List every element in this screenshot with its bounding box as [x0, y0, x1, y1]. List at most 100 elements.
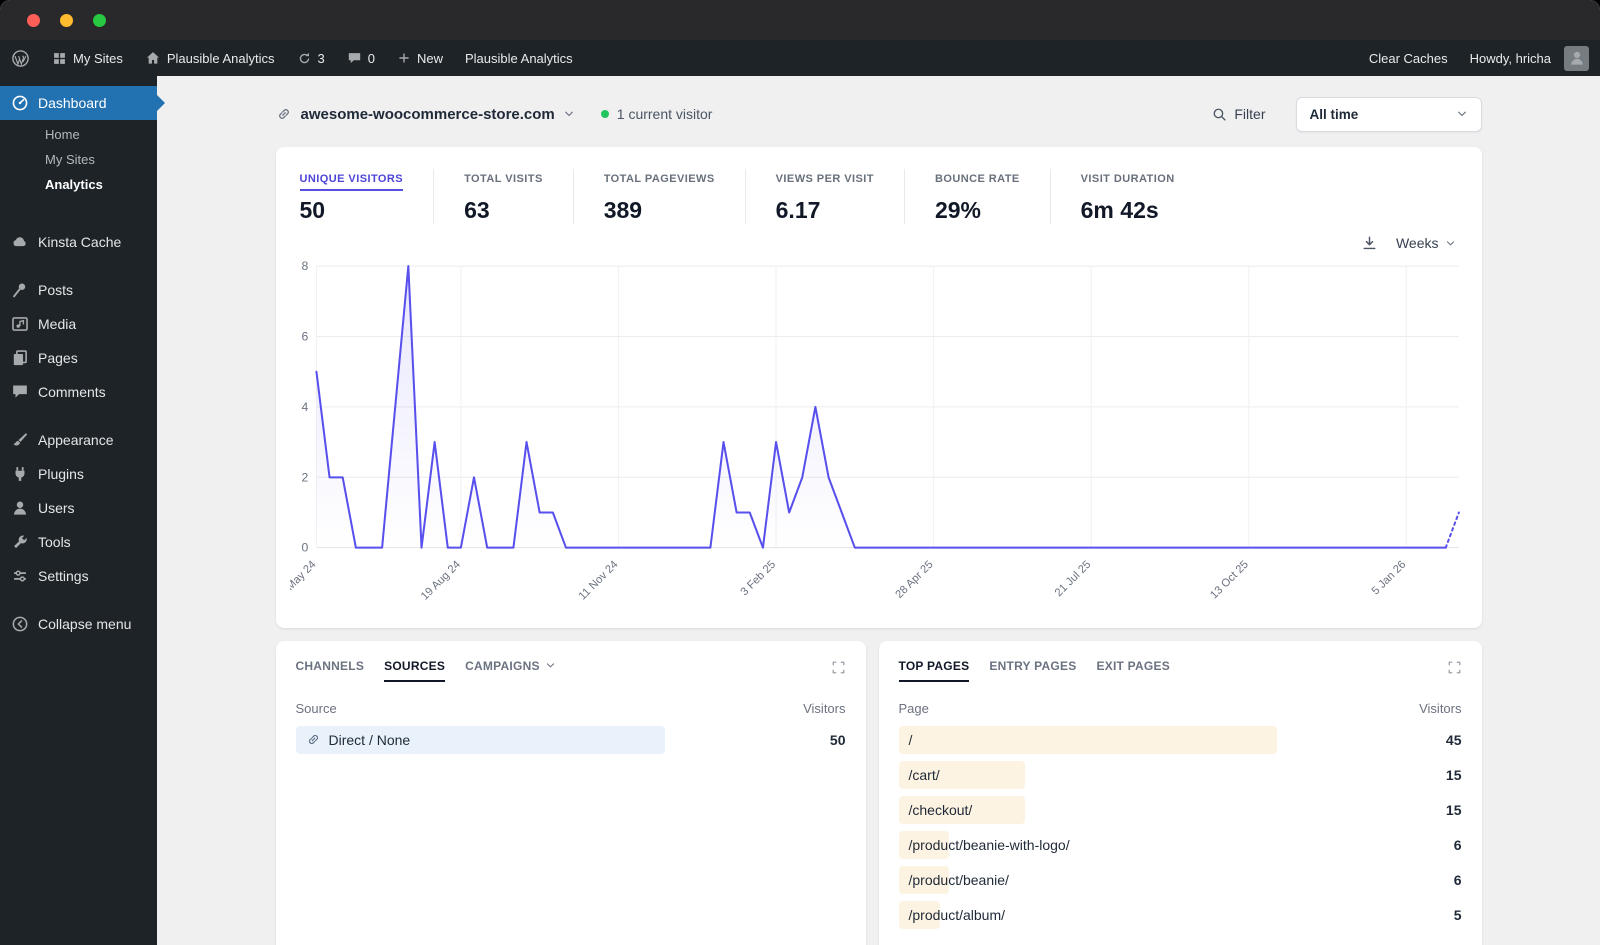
pages-tab-top-pages[interactable]: TOP PAGES [898, 659, 970, 682]
site-name-menu[interactable]: Plausible Analytics [134, 40, 286, 76]
sources-col-source: Source [295, 700, 337, 716]
table-row[interactable]: /product/album/5 [898, 900, 1462, 929]
svg-text:11 Nov 24: 11 Nov 24 [576, 559, 620, 603]
sidebar-item-kinsta-cache[interactable]: Kinsta Cache [0, 225, 157, 259]
account-menu[interactable]: Howdy, hricha [1459, 40, 1600, 76]
pages-rows: / 45/cart/15/checkout/15/product/beanie-w… [898, 725, 1462, 929]
comments-menu[interactable]: 0 [336, 40, 386, 76]
dashboard-header: awesome-woocommerce-store.com 1 current … [276, 94, 1482, 134]
pages-expand-button[interactable] [1447, 660, 1462, 681]
sidebar-item-tools[interactable]: Tools [0, 525, 157, 559]
sources-tab-channels[interactable]: CHANNELS [296, 659, 365, 682]
sidebar-item-label: Posts [38, 282, 74, 298]
table-row[interactable]: /product/beanie-with-logo/6 [898, 830, 1462, 859]
sidebar-item-collapse-menu[interactable]: Collapse menu [0, 607, 157, 641]
row-value: 6 [1453, 836, 1462, 853]
sources-tab-campaigns[interactable]: CAMPAIGNS [465, 659, 556, 682]
sidebar-subitem-my-sites[interactable]: My Sites [45, 147, 157, 172]
sources-panel: CHANNELS SOURCES CAMPAIGNS Source Visitors… [275, 640, 866, 945]
kinsta-cache-icon [11, 233, 29, 251]
row-label[interactable]: /product/beanie-with-logo/ [899, 837, 1070, 853]
close-window-button[interactable] [27, 13, 40, 27]
table-row[interactable]: Direct / None 50 [295, 725, 846, 754]
sidebar-item-label: Settings [38, 568, 89, 584]
sources-expand-button[interactable] [831, 660, 846, 681]
sidebar-item-label: Appearance [38, 432, 114, 448]
bottom-panels: CHANNELS SOURCES CAMPAIGNS Source Visitors… [275, 640, 1482, 945]
admin-bar-right: Clear Caches Howdy, hricha [1358, 40, 1600, 76]
table-row[interactable]: / 45 [898, 725, 1462, 754]
row-label[interactable]: Direct / None [296, 732, 410, 748]
sources-tab-sources[interactable]: SOURCES [384, 659, 446, 682]
stat-value: 6m 42s [1080, 197, 1159, 223]
plausible-analytics-menu[interactable]: Plausible Analytics [454, 40, 584, 76]
row-label[interactable]: /product/beanie/ [899, 872, 1009, 888]
new-content-menu[interactable]: New [386, 40, 454, 76]
sidebar-subitem-home[interactable]: Home [45, 122, 157, 147]
table-row[interactable]: /cart/15 [898, 760, 1462, 789]
plus-icon [397, 51, 411, 65]
sidebar-item-dashboard[interactable]: Dashboard [0, 86, 165, 120]
filter-button[interactable]: Filter [1212, 106, 1266, 122]
avatar [1564, 45, 1589, 71]
table-row[interactable]: /product/beanie/6 [898, 865, 1462, 894]
stat-views-per-visit[interactable]: VIEWS PER VISIT 6.17 [744, 169, 904, 224]
row-value: 15 [1445, 801, 1462, 818]
row-label[interactable]: /cart/ [899, 767, 940, 783]
site-chevron-down-icon[interactable] [563, 108, 575, 120]
stat-value: 63 [464, 197, 490, 223]
updates-menu[interactable]: 3 [286, 40, 336, 76]
howdy-label: Howdy, hricha [1469, 50, 1551, 66]
clear-caches-label: Clear Caches [1368, 50, 1448, 66]
row-label[interactable]: /checkout/ [899, 802, 973, 818]
stat-value: 29% [934, 197, 981, 223]
stat-bounce-rate[interactable]: BOUNCE RATE 29% [903, 169, 1050, 224]
sidebar-item-pages[interactable]: Pages [0, 341, 157, 375]
pages-tab-exit-pages[interactable]: EXIT PAGES [1096, 659, 1170, 682]
sidebar-item-settings[interactable]: Settings [0, 559, 157, 593]
wp-logo-menu[interactable] [0, 40, 41, 76]
sidebar-item-users[interactable]: Users [0, 491, 157, 525]
date-range-select[interactable]: All time [1295, 96, 1482, 132]
sidebar-item-label: Pages [38, 350, 78, 366]
my-sites-menu[interactable]: My Sites [41, 40, 134, 76]
macos-titlebar [0, 0, 1600, 40]
clear-caches-button[interactable]: Clear Caches [1358, 40, 1459, 76]
row-label[interactable]: /product/album/ [899, 907, 1006, 923]
download-icon[interactable] [1361, 235, 1378, 252]
row-value: 6 [1453, 871, 1462, 888]
sidebar-item-posts[interactable]: Posts [0, 273, 157, 307]
interval-select[interactable]: Weeks [1396, 235, 1456, 251]
site-domain[interactable]: awesome-woocommerce-store.com [301, 106, 555, 123]
wp-sidebar-menu: Dashboard Home My Sites Analytics Kinsta Cac… [0, 76, 165, 945]
stat-unique-visitors[interactable]: UNIQUE VISITORS 50 [299, 169, 434, 224]
sidebar-item-plugins[interactable]: Plugins [0, 457, 157, 491]
row-bar-area: /cart/ [898, 760, 1404, 789]
refresh-icon [297, 51, 312, 66]
pages-tab-entry-pages[interactable]: ENTRY PAGES [989, 659, 1076, 682]
svg-text:8: 8 [301, 259, 308, 273]
stat-label: BOUNCE RATE [934, 173, 1020, 185]
table-row[interactable]: /checkout/15 [898, 795, 1462, 824]
sidebar-item-appearance[interactable]: Appearance [0, 423, 157, 457]
stat-total-pageviews[interactable]: TOTAL PAGEVIEWS 389 [572, 169, 745, 224]
sidebar-subitem-analytics[interactable]: Analytics [45, 172, 157, 197]
stat-label: VISIT DURATION [1080, 173, 1175, 185]
stat-visit-duration[interactable]: VISIT DURATION 6m 42s [1049, 169, 1205, 224]
pages-col-page: Page [898, 700, 929, 716]
zoom-window-button[interactable] [93, 13, 106, 27]
site-name-label: Plausible Analytics [166, 50, 275, 66]
visitors-chart[interactable]: 0 2 4 6 8 31 May 24 19 Aug 24 11 Nov 24 3 Feb 25… [276, 256, 1482, 618]
plugins-icon [11, 465, 29, 483]
person-icon [1568, 49, 1586, 67]
sidebar-item-comments[interactable]: Comments [0, 375, 157, 409]
sidebar-item-media[interactable]: Media [0, 307, 157, 341]
sources-col-visitors: Visitors [803, 700, 846, 716]
minimize-window-button[interactable] [60, 13, 73, 27]
pages-icon [11, 349, 29, 367]
sources-tabs: CHANNELS SOURCES CAMPAIGNS [296, 659, 846, 682]
stat-total-visits[interactable]: TOTAL VISITS 63 [433, 169, 573, 224]
collapse-icon [11, 615, 29, 633]
pages-tabs: TOP PAGES ENTRY PAGES EXIT PAGES [898, 659, 1462, 682]
row-label[interactable]: / [899, 732, 913, 748]
